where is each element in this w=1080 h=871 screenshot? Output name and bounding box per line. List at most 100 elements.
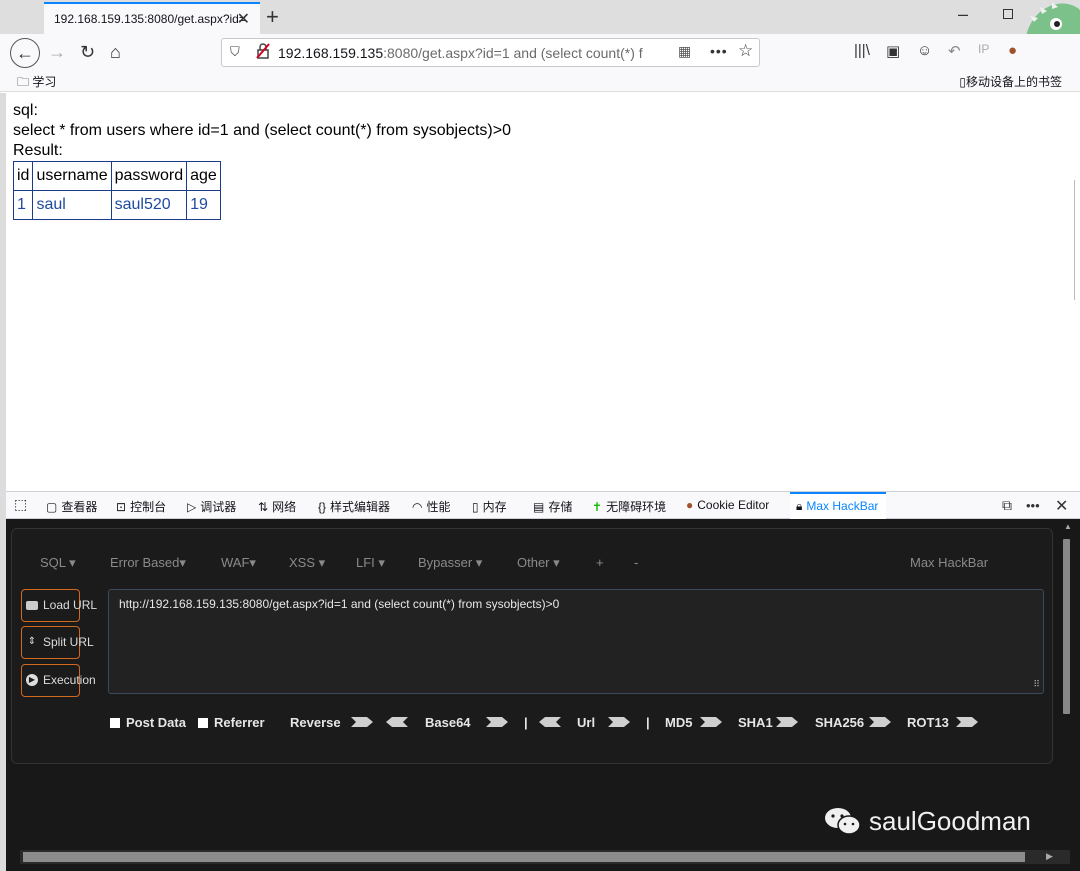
resize-grip-icon[interactable]: ⠿ bbox=[1033, 679, 1040, 690]
play-icon: ▶ bbox=[26, 674, 38, 686]
rot13-button[interactable]: ROT13 bbox=[907, 715, 949, 730]
home-button[interactable]: ⌂ bbox=[110, 40, 121, 64]
vertical-scroll-thumb[interactable] bbox=[1063, 539, 1070, 714]
reverse-right-arrow-icon[interactable] bbox=[351, 717, 373, 727]
sql-query-text: select * from users where id=1 and (sele… bbox=[13, 122, 511, 139]
library-icon[interactable]: |||\ bbox=[854, 42, 870, 59]
remove-button[interactable]: - bbox=[634, 555, 638, 570]
reverse-button[interactable]: Reverse bbox=[290, 715, 341, 730]
url-bar[interactable]: ⛉ 192.168.159.135:8080/get.aspx?id=1 and… bbox=[221, 38, 760, 67]
tab-style-editor[interactable]: {} 样式编辑器 bbox=[318, 498, 390, 515]
insecure-lock-icon[interactable] bbox=[256, 43, 270, 59]
element-picker-icon[interactable]: ⬚ bbox=[14, 496, 27, 513]
cell-id: 1 bbox=[12, 190, 34, 220]
post-data-checkbox[interactable]: Post Data bbox=[110, 715, 186, 730]
execution-button[interactable]: ▶ Execution bbox=[21, 664, 96, 697]
url-encode-button[interactable]: Url bbox=[577, 715, 595, 730]
base64-right-arrow-icon[interactable] bbox=[486, 717, 508, 727]
url-text[interactable]: 192.168.159.135:8080/get.aspx?id=1 and (… bbox=[278, 45, 668, 61]
scroll-right-arrow-icon[interactable]: ▶ bbox=[1046, 851, 1053, 862]
base64-left-arrow-icon[interactable] bbox=[386, 717, 408, 727]
shield-icon[interactable]: ⛉ bbox=[230, 44, 240, 60]
mobile-device-icon: ▯ bbox=[959, 75, 966, 89]
menu-error-based[interactable]: Error Based▾ bbox=[110, 555, 186, 571]
storage-icon: ▤ bbox=[533, 500, 545, 514]
sha1-arrow-icon[interactable] bbox=[776, 717, 798, 727]
menu-waf[interactable]: WAF▾ bbox=[221, 555, 256, 571]
tab-memory-label: 内存 bbox=[482, 500, 507, 514]
bookmark-folder-study[interactable]: 🗀 学习 bbox=[17, 73, 56, 94]
tab-performance[interactable]: ◠ 性能 bbox=[412, 498, 451, 515]
referrer-checkbox[interactable]: Referrer bbox=[198, 715, 265, 730]
tab-console[interactable]: ⊡ 控制台 bbox=[116, 498, 166, 515]
md5-arrow-icon[interactable] bbox=[700, 717, 722, 727]
performance-icon: ◠ bbox=[412, 500, 423, 514]
md5-button[interactable]: MD5 bbox=[665, 715, 692, 730]
url-left-arrow-icon[interactable] bbox=[539, 717, 561, 727]
devtools-more-button[interactable]: ••• bbox=[1026, 498, 1040, 513]
back-button[interactable]: ← bbox=[10, 38, 40, 68]
sidebar-icon[interactable]: ▣ bbox=[886, 42, 900, 60]
devtools-close-button[interactable]: ✕ bbox=[1055, 496, 1068, 516]
url-host: 192.168.159.135 bbox=[278, 45, 384, 61]
base64-button[interactable]: Base64 bbox=[425, 715, 471, 730]
tab-max-hackbar[interactable]: 🔒︎ Max HackBar bbox=[790, 492, 887, 519]
menu-xss[interactable]: XSS ▾ bbox=[289, 555, 325, 571]
load-url-button[interactable]: Load URL bbox=[21, 589, 97, 622]
rot13-arrow-icon[interactable] bbox=[956, 717, 978, 727]
add-button[interactable]: + bbox=[596, 555, 604, 570]
qr-code-icon[interactable]: ▦ bbox=[678, 43, 691, 60]
cookie-extension-icon[interactable]: ● bbox=[1008, 42, 1017, 59]
sql-label: sql: bbox=[13, 102, 38, 119]
browser-tab[interactable]: 192.168.159.135:8080/get.aspx?id= ✕ bbox=[44, 2, 260, 34]
menu-bypasser[interactable]: Bypasser ▾ bbox=[418, 555, 482, 571]
page-actions-more-icon[interactable]: ••• bbox=[710, 43, 728, 59]
url-right-arrow-icon[interactable] bbox=[608, 717, 630, 727]
url-textarea[interactable]: http://192.168.159.135:8080/get.aspx?id=… bbox=[108, 589, 1044, 694]
minimize-window-button[interactable]: – bbox=[958, 4, 968, 25]
scroll-up-arrow-icon[interactable]: ▲ bbox=[1064, 522, 1072, 531]
split-url-button[interactable]: ⇕ Split URL bbox=[21, 626, 94, 659]
load-url-icon bbox=[26, 601, 38, 610]
forward-button[interactable]: → bbox=[48, 40, 66, 64]
url-path: :8080/get.aspx?id=1 and (select count(*)… bbox=[383, 45, 643, 61]
mobile-bookmarks-label: 移动设备上的书签 bbox=[965, 75, 1062, 89]
sha1-button[interactable]: SHA1 bbox=[738, 715, 773, 730]
tab-network[interactable]: ⇅ 网络 bbox=[258, 498, 296, 515]
menu-sql[interactable]: SQL ▾ bbox=[40, 555, 76, 571]
tab-cookie-editor[interactable]: ● Cookie Editor bbox=[686, 498, 769, 512]
tab-accessibility[interactable]: ✝ 无障碍环境 bbox=[592, 498, 666, 515]
referrer-check-box[interactable] bbox=[198, 718, 208, 728]
post-data-check-box[interactable] bbox=[110, 718, 120, 728]
close-tab-icon[interactable]: ✕ bbox=[237, 9, 250, 29]
hackbar-lock-icon: 🔒︎ bbox=[796, 499, 803, 513]
reload-button[interactable]: ↻ bbox=[80, 40, 95, 64]
mobile-bookmarks[interactable]: ▯移动设备上的书签 bbox=[959, 73, 1062, 90]
split-url-label: Split URL bbox=[43, 635, 94, 649]
undo-extension-icon[interactable]: ↶ bbox=[948, 42, 961, 60]
tab-performance-label: 性能 bbox=[426, 500, 451, 514]
bookmark-star-icon[interactable]: ☆ bbox=[738, 41, 753, 61]
ip-extension-icon[interactable]: IP bbox=[978, 42, 989, 56]
dock-toggle-icon[interactable]: ⧉ bbox=[1002, 497, 1012, 514]
column-header-age: age bbox=[186, 161, 221, 191]
horizontal-scroll-thumb[interactable] bbox=[23, 852, 1025, 862]
tab-inspector[interactable]: ▢ 查看器 bbox=[46, 498, 97, 515]
avatar-extension-icon[interactable]: ☺ bbox=[917, 42, 932, 59]
console-icon: ⊡ bbox=[116, 500, 127, 514]
sha256-arrow-icon[interactable] bbox=[869, 717, 891, 727]
horizontal-scrollbar[interactable] bbox=[20, 850, 1070, 864]
menu-other[interactable]: Other ▾ bbox=[517, 555, 560, 571]
vertical-scrollbar[interactable] bbox=[1061, 519, 1072, 719]
tab-memory[interactable]: ▯ 内存 bbox=[472, 498, 507, 515]
wechat-icon bbox=[825, 808, 861, 835]
right-window-edge bbox=[1074, 180, 1080, 300]
new-tab-button[interactable]: + bbox=[266, 4, 279, 30]
tab-debugger[interactable]: ▷ 调试器 bbox=[187, 498, 236, 515]
menu-lfi[interactable]: LFI ▾ bbox=[356, 555, 385, 571]
tab-bar: 192.168.159.135:8080/get.aspx?id= ✕ + – bbox=[0, 0, 1080, 60]
navigation-bar: ← → ↻ ⌂ ⛉ 192.168.159.135:8080/get.aspx?… bbox=[0, 34, 1080, 70]
sha256-button[interactable]: SHA256 bbox=[815, 715, 864, 730]
devtools-toolbar: ⬚ ▢ 查看器 ⊡ 控制台 ▷ 调试器 ⇅ 网络 {} 样式编辑器 ◠ 性能 ▯ 内存 ▤ 存储… bbox=[6, 491, 1080, 519]
tab-storage[interactable]: ▤ 存储 bbox=[533, 498, 572, 515]
